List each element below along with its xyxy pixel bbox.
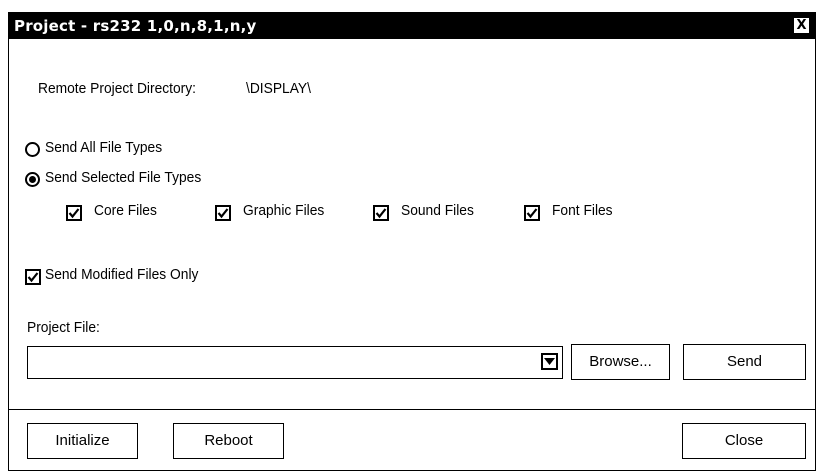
remote-project-directory-value: \DISPLAY\: [246, 80, 311, 97]
checkbox[interactable]: [524, 205, 540, 221]
radio-button[interactable]: [25, 172, 40, 187]
core-files-label[interactable]: Core Files: [94, 202, 157, 220]
project-file-input[interactable]: [30, 349, 538, 375]
sound-files-label[interactable]: Sound Files: [401, 202, 474, 220]
radio-button[interactable]: [25, 142, 40, 157]
title-bar[interactable]: Project - rs232 1,0,n,8,1,n,y X: [9, 13, 815, 39]
initialize-button[interactable]: Initialize: [27, 423, 138, 459]
project-file-combobox[interactable]: [27, 346, 563, 379]
checkbox[interactable]: [373, 205, 389, 221]
graphic-files-label[interactable]: Graphic Files: [243, 202, 324, 220]
checkmark-icon: [375, 208, 387, 219]
radio-send-selected-label[interactable]: Send Selected File Types: [45, 169, 201, 187]
send-modified-files-only-label[interactable]: Send Modified Files Only: [45, 266, 198, 284]
close-icon[interactable]: X: [794, 18, 809, 33]
checkmark-icon: [68, 208, 80, 219]
radio-send-all-label[interactable]: Send All File Types: [45, 139, 162, 157]
remote-project-directory-label: Remote Project Directory:: [38, 80, 196, 97]
divider: [9, 409, 815, 410]
chevron-down-icon[interactable]: [541, 353, 558, 370]
close-button[interactable]: Close: [682, 423, 806, 459]
checkmark-icon: [526, 208, 538, 219]
checkmark-icon: [217, 208, 229, 219]
window-title: Project - rs232 1,0,n,8,1,n,y: [14, 17, 257, 35]
radio-dot-icon: [29, 176, 36, 183]
font-files-label[interactable]: Font Files: [552, 202, 613, 220]
browse-button[interactable]: Browse...: [571, 344, 670, 380]
project-file-label: Project File:: [27, 319, 100, 336]
checkbox[interactable]: [215, 205, 231, 221]
send-button[interactable]: Send: [683, 344, 806, 380]
checkbox[interactable]: [25, 269, 41, 285]
project-dialog: Project - rs232 1,0,n,8,1,n,y X Remote P…: [8, 12, 816, 471]
checkbox[interactable]: [66, 205, 82, 221]
checkmark-icon: [27, 272, 39, 283]
reboot-button[interactable]: Reboot: [173, 423, 284, 459]
